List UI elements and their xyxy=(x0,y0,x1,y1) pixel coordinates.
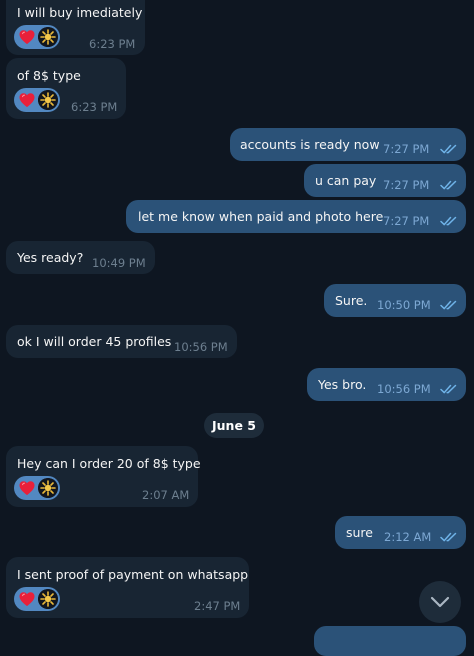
message-text: accounts is ready now xyxy=(240,137,380,152)
reaction-pill[interactable] xyxy=(14,476,60,500)
double-check-icon xyxy=(440,179,458,191)
message-incoming[interactable]: ok I will order 45 profiles 10:56 PM xyxy=(6,325,237,358)
message-time: 7:27 PM xyxy=(383,178,430,192)
message-text: let me know when paid and photo here xyxy=(138,209,384,224)
message-time: 10:49 PM xyxy=(92,256,146,270)
message-incoming[interactable]: I will buy imediately 6:23 PM xyxy=(6,0,145,55)
user-avatar xyxy=(38,589,58,609)
heart-icon xyxy=(18,590,36,608)
reaction-pill[interactable] xyxy=(14,88,60,112)
message-time: 10:50 PM xyxy=(377,298,431,312)
message-time: 2:12 AM xyxy=(384,530,432,544)
message-outgoing[interactable]: accounts is ready now 7:27 PM xyxy=(230,128,466,161)
message-time: 7:27 PM xyxy=(383,142,430,156)
message-time: 2:07 AM xyxy=(142,488,190,502)
message-time: 6:23 PM xyxy=(71,100,118,114)
message-incoming[interactable]: of 8$ type 6:23 PM xyxy=(6,58,126,119)
message-incoming[interactable]: Hey can I order 20 of 8$ type 2:07 AM xyxy=(6,446,201,507)
message-incoming[interactable]: I sent proof of payment on whatsapp 2:47… xyxy=(6,557,249,618)
user-avatar xyxy=(38,478,58,498)
message-time: 10:56 PM xyxy=(377,382,431,396)
heart-icon xyxy=(18,28,36,46)
message-time: 6:23 PM xyxy=(89,37,136,51)
message-outgoing[interactable]: Yes bro. 10:56 PM xyxy=(307,368,466,401)
message-outgoing[interactable]: Sure. 10:50 PM xyxy=(324,284,466,317)
double-check-icon xyxy=(440,299,458,311)
double-check-icon xyxy=(440,531,458,543)
message-text: of 8$ type xyxy=(17,68,81,83)
double-check-icon xyxy=(440,143,458,155)
date-separator: June 5 xyxy=(204,413,264,438)
message-outgoing-partial[interactable] xyxy=(314,626,466,656)
message-text: Sure. xyxy=(335,293,368,308)
message-text: Yes bro. xyxy=(318,377,367,392)
double-check-icon xyxy=(440,383,458,395)
message-text: I sent proof of payment on whatsapp xyxy=(17,567,249,582)
user-avatar xyxy=(38,27,58,47)
message-incoming[interactable]: Yes ready? 10:49 PM xyxy=(6,241,155,274)
message-text: Yes ready? xyxy=(17,250,84,265)
message-outgoing[interactable]: sure 2:12 AM xyxy=(335,516,466,549)
reaction-pill[interactable] xyxy=(14,587,60,611)
double-check-icon xyxy=(440,215,458,227)
reaction-pill[interactable] xyxy=(14,25,60,49)
message-text: sure xyxy=(346,525,373,540)
message-text: ok I will order 45 profiles xyxy=(17,334,172,349)
message-outgoing[interactable]: let me know when paid and photo here 7:2… xyxy=(126,200,466,233)
message-time: 2:47 PM xyxy=(194,599,241,613)
chat-view: { "messages": [ {"direction":"in","text"… xyxy=(0,0,474,656)
heart-icon xyxy=(18,479,36,497)
heart-icon xyxy=(18,91,36,109)
message-text: I will buy imediately xyxy=(17,5,143,20)
message-time: 7:27 PM xyxy=(383,214,430,228)
message-time: 10:56 PM xyxy=(174,340,228,354)
message-text: u can pay xyxy=(315,173,377,188)
chevron-down-icon xyxy=(430,596,450,608)
user-avatar xyxy=(38,90,58,110)
message-outgoing[interactable]: u can pay 7:27 PM xyxy=(304,164,466,197)
scroll-down-button[interactable] xyxy=(419,581,461,623)
message-text: Hey can I order 20 of 8$ type xyxy=(17,456,201,471)
